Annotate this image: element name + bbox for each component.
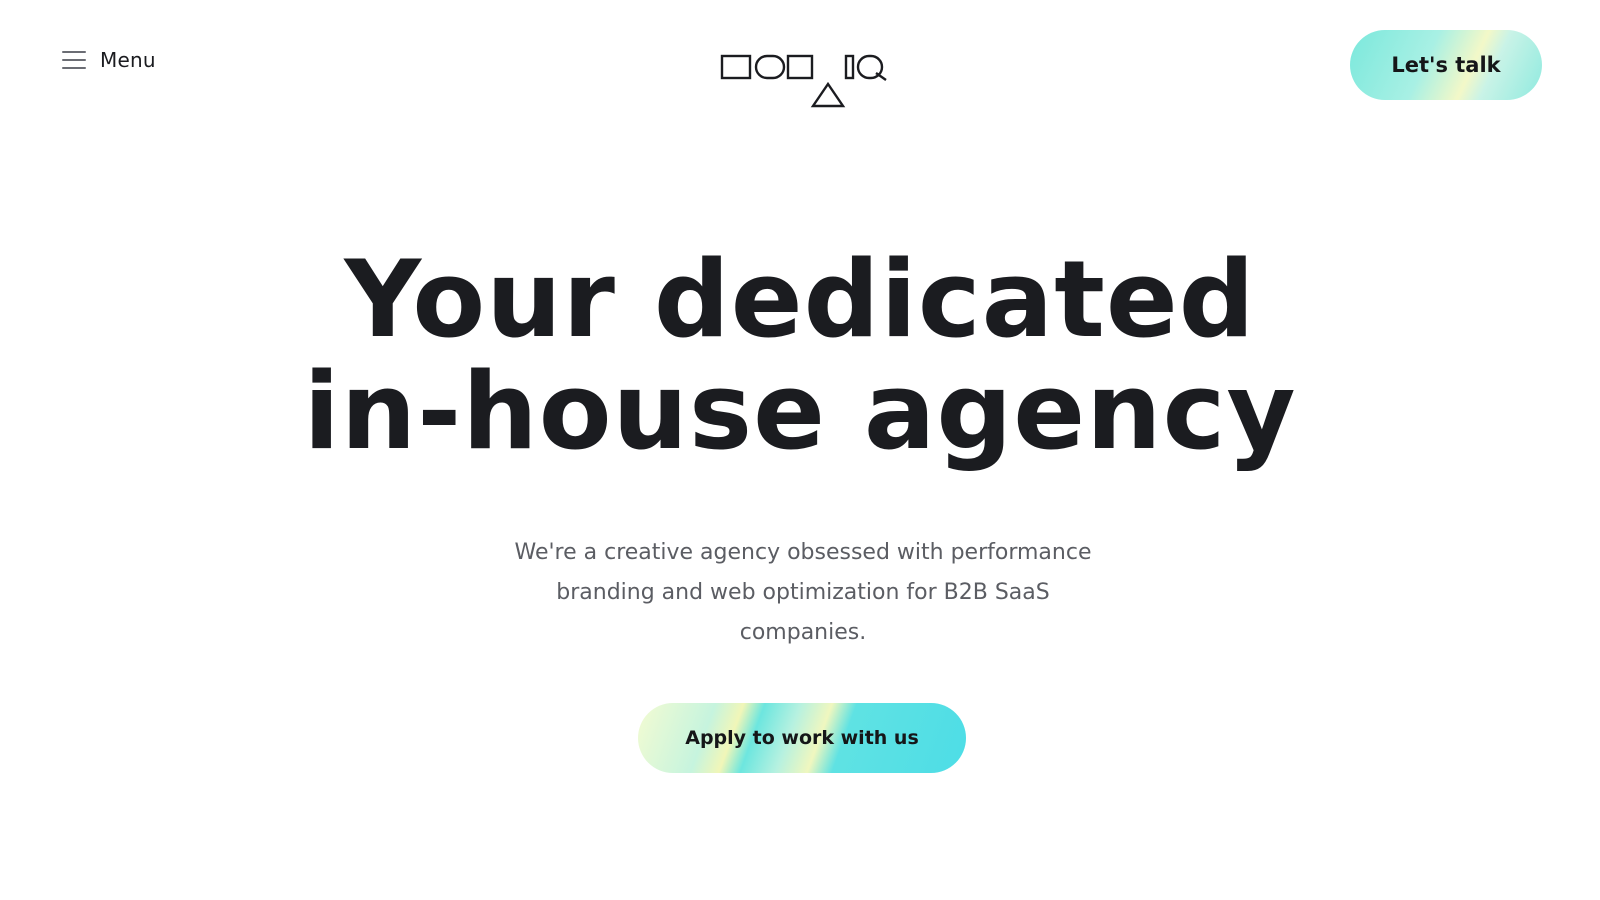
apply-button[interactable]: Apply to work with us bbox=[638, 703, 966, 773]
hero-title-line-2: in-house agency bbox=[303, 350, 1297, 473]
hamburger-icon bbox=[62, 51, 86, 69]
lets-talk-button[interactable]: Let's talk bbox=[1350, 30, 1542, 100]
page: Menu Let's talk Your dedicated in-house … bbox=[0, 0, 1600, 900]
hero-title: Your dedicated in-house agency bbox=[0, 244, 1600, 468]
menu-label: Menu bbox=[100, 48, 156, 72]
hero-subtitle: We're a creative agency obsessed with pe… bbox=[514, 540, 1092, 645]
logo-icon bbox=[720, 54, 887, 108]
menu-button[interactable]: Menu bbox=[62, 48, 156, 72]
hero-title-line-1: Your dedicated bbox=[344, 238, 1256, 361]
